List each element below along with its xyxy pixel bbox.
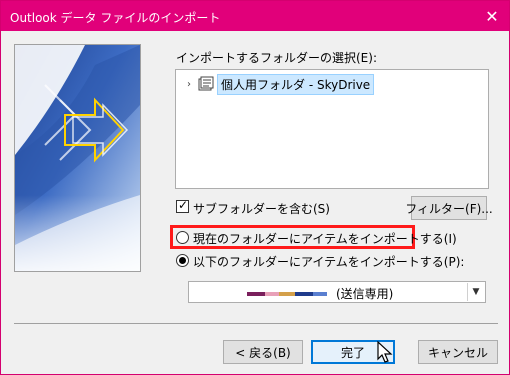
tree-item-skydrive[interactable]: › 個人用フォルダ - SkyDrive [182, 73, 375, 95]
window-title: Outlook データ ファイルのインポート [10, 11, 221, 25]
back-button[interactable]: < 戻る(B) [223, 340, 303, 364]
close-icon[interactable]: ✕ [475, 1, 509, 31]
chevron-down-icon[interactable]: ▼ [467, 283, 484, 301]
target-folder-combo[interactable]: (送信専用) ▼ [188, 281, 486, 303]
filter-button[interactable]: フィルター(F)... [405, 196, 493, 220]
include-subfolders-label: サブフォルダーを含む(S) [193, 202, 330, 216]
arrows-graphic [15, 45, 140, 271]
folder-select-label: インポートするフォルダーの選択(E): [176, 51, 377, 65]
folder-tree[interactable]: › 個人用フォルダ - SkyDrive [175, 69, 489, 189]
mouse-pointer-icon [377, 341, 393, 363]
import-current-label: 現在のフォルダーにアイテムをインポートする(I) [193, 232, 457, 246]
import-current-radio[interactable] [176, 231, 189, 244]
title-bar: Outlook データ ファイルのインポート ✕ [1, 1, 509, 31]
wizard-side-image [14, 44, 141, 272]
checkmark-icon: ✓ [178, 198, 189, 212]
expand-chevron-icon[interactable]: › [182, 79, 196, 90]
combo-value: (送信専用) [336, 287, 394, 301]
radio-selected-dot [179, 257, 186, 264]
import-below-radio[interactable] [176, 254, 189, 267]
import-below-label: 以下のフォルダーにアイテムをインポートする(P): [193, 255, 465, 269]
pst-folder-icon [198, 76, 214, 91]
include-subfolders-checkbox[interactable]: ✓ [176, 198, 189, 213]
cancel-button[interactable]: キャンセル [418, 340, 498, 364]
footer-divider [14, 323, 498, 324]
folder-color-swatches [247, 292, 327, 296]
tree-item-label: 個人用フォルダ - SkyDrive [217, 73, 375, 95]
import-dialog: Outlook データ ファイルのインポート ✕ インポートするフォルダーの選択… [0, 0, 510, 375]
